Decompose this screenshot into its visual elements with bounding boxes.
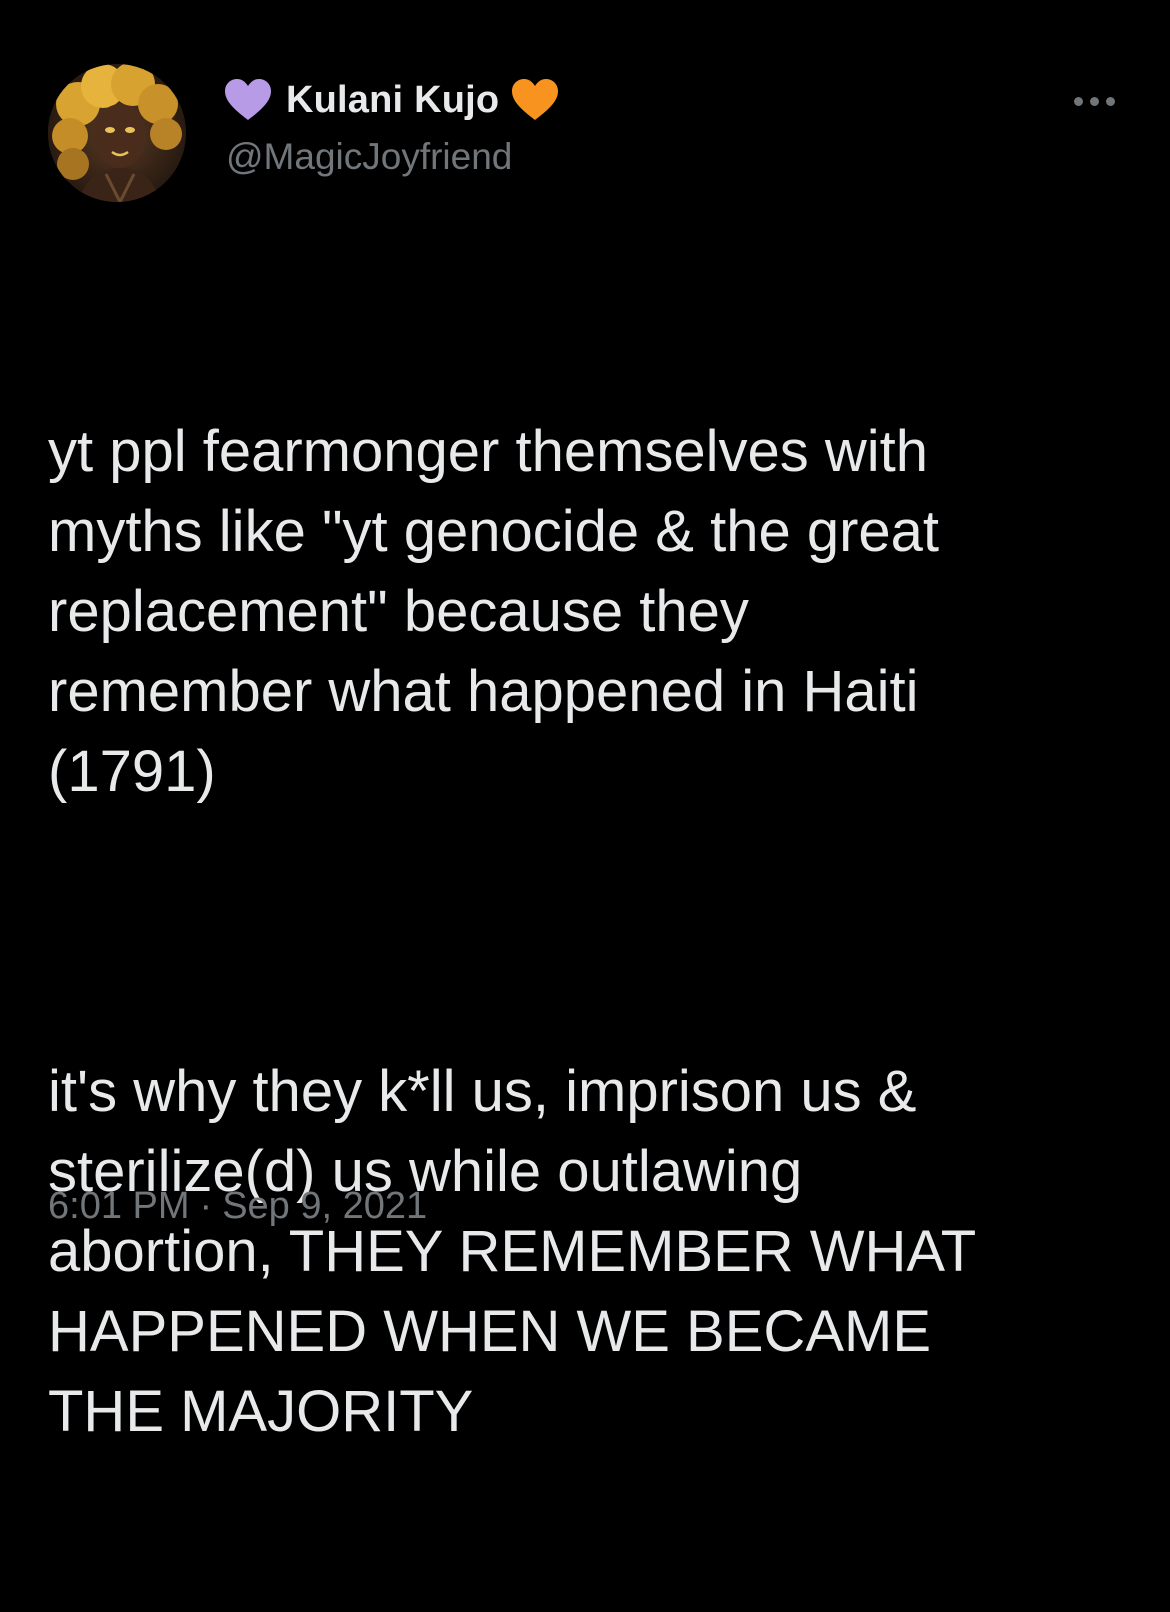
tweet-timestamp[interactable]: 6:01 PM · Sep 9, 2021 [48, 1185, 427, 1228]
tweet-card: Kulani Kujo @MagicJoyfriend yt ppl fearm… [0, 0, 1170, 1444]
user-handle[interactable]: @MagicJoyfriend [226, 136, 559, 178]
name-row[interactable]: Kulani Kujo [224, 72, 559, 128]
display-name[interactable]: Kulani Kujo [286, 79, 499, 122]
avatar[interactable] [48, 64, 186, 202]
tweet-date: Sep 9, 2021 [222, 1185, 428, 1227]
meta-separator: · [199, 1185, 213, 1227]
tweet-header: Kulani Kujo @MagicJoyfriend [224, 72, 559, 202]
purple-heart-icon [224, 78, 272, 122]
tweet-time: 6:01 PM [48, 1185, 190, 1227]
more-horizontal-icon [1073, 96, 1115, 106]
tweet-paragraph-1: yt ppl fearmonger themselves with myths … [48, 419, 940, 804]
more-options-button[interactable] [1066, 86, 1122, 116]
orange-heart-icon [511, 78, 559, 122]
avatar-image [48, 64, 186, 202]
tweet-text: yt ppl fearmonger themselves with myths … [48, 252, 1123, 1612]
tweet-paragraph-2: it's why they k*ll us, imprison us & ste… [48, 1059, 977, 1444]
